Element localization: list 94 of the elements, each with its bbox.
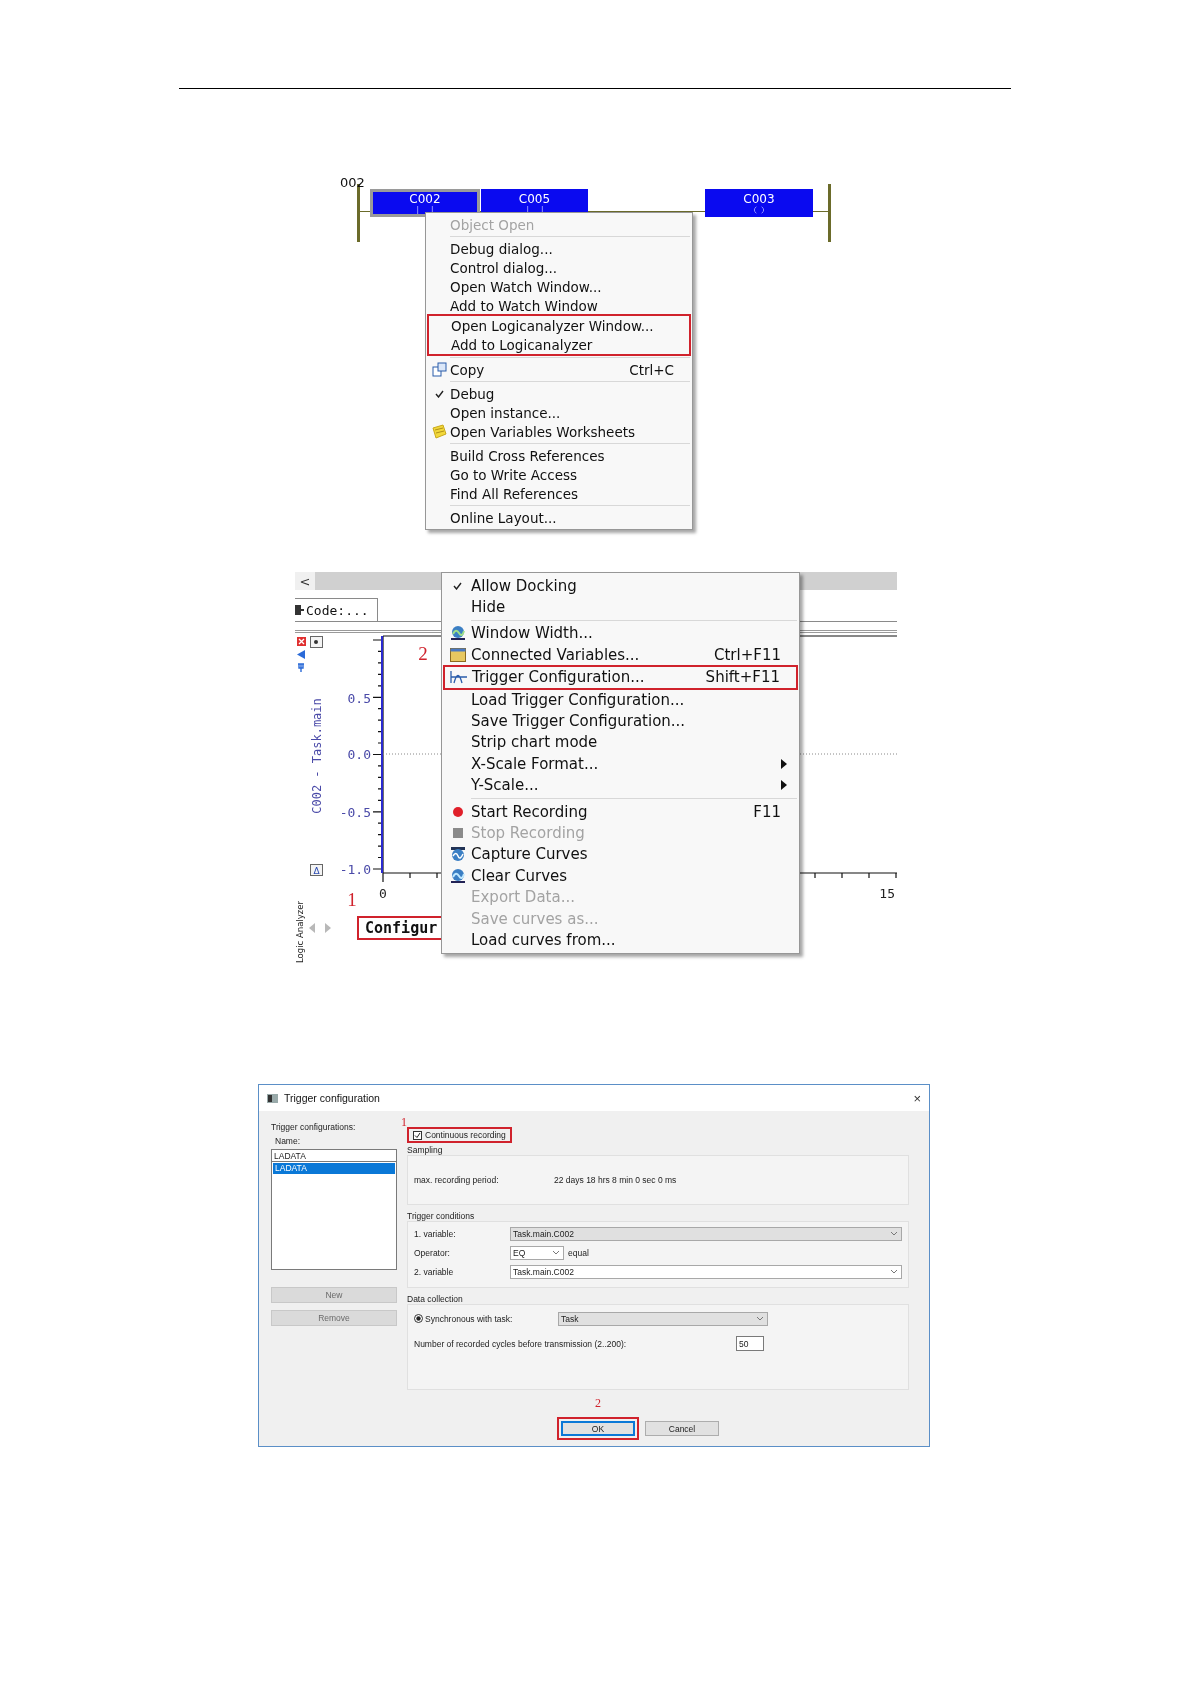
dropdown[interactable]: EQ — [510, 1245, 564, 1260]
group-title: Trigger conditions — [407, 1211, 476, 1221]
config-list[interactable]: LADATA — [271, 1162, 397, 1270]
notes-icon — [431, 424, 447, 439]
chevron-down-icon — [553, 1250, 559, 1255]
tick-label: 0.5 — [347, 691, 371, 706]
curve-icon — [449, 867, 466, 884]
tick-label: 15 — [879, 886, 895, 901]
period-value: 22 days 18 hrs 8 min 0 sec 0 ms — [554, 1175, 677, 1185]
side-label: Logic Analyzer — [295, 900, 305, 965]
callout-number: 2 — [418, 643, 428, 664]
field-label: Name: — [275, 1136, 302, 1146]
menu-item[interactable]: Connected Variables... Ctrl+F11 — [444, 644, 797, 666]
capture-icon — [449, 846, 466, 863]
operator-text: equal — [568, 1247, 589, 1258]
task-dropdown[interactable]: Task — [558, 1311, 768, 1326]
arrow-left-icon[interactable] — [297, 650, 305, 659]
submenu-arrow-icon — [781, 780, 787, 791]
field-label: max. recording period: — [414, 1175, 500, 1185]
menu-item[interactable]: Debug — [428, 384, 690, 403]
menu-item[interactable]: Load Trigger Configuration... — [444, 688, 797, 711]
waveform-icon — [449, 670, 468, 685]
menu-item[interactable]: Trigger Configuration... Shift+F11 — [445, 666, 796, 688]
menu-item[interactable]: Y-Scale... — [444, 774, 797, 796]
menu-item[interactable]: Strip chart mode — [444, 731, 797, 754]
axis-title: C002 - Task.main — [310, 698, 324, 814]
ok-button[interactable]: OK — [561, 1421, 635, 1436]
menu-item[interactable]: Open Watch Window... — [428, 277, 690, 296]
menu-item[interactable]: Online Layout... — [428, 508, 690, 527]
radio-button[interactable] — [414, 1314, 423, 1323]
field-label: 2. variable — [414, 1266, 455, 1277]
close-button[interactable]: × — [913, 1090, 921, 1106]
pin-icon[interactable] — [297, 663, 305, 672]
menu-item[interactable]: X-Scale Format... — [444, 753, 797, 775]
list-item[interactable]: LADATA — [273, 1163, 395, 1174]
menu-item[interactable]: Open instance... — [428, 403, 690, 422]
menu-item[interactable]: Open Variables Worksheets — [428, 422, 690, 441]
field-label: 1. variable: — [414, 1228, 457, 1239]
element-label: C003 — [743, 192, 775, 206]
toggle-icon[interactable] — [310, 636, 323, 648]
code-tab[interactable]: Code:... — [295, 598, 378, 621]
cycles-field[interactable]: 50 — [736, 1336, 764, 1351]
radio-label: Synchronous with task: — [425, 1313, 514, 1324]
chart-icon — [449, 625, 466, 642]
chevron-down-icon — [891, 1231, 897, 1236]
field-label: Operator: — [414, 1247, 451, 1258]
menu-item[interactable]: Add to Watch Window — [428, 296, 690, 315]
rung-number: 002 — [340, 175, 365, 190]
menu-item[interactable]: Find All References — [428, 484, 690, 503]
checkbox[interactable] — [413, 1130, 422, 1140]
document-icon — [295, 604, 304, 616]
window-icon — [449, 647, 466, 662]
menu-item[interactable]: Build Cross References — [428, 446, 690, 465]
delta-button[interactable]: Δ — [310, 864, 323, 876]
close-icon[interactable] — [296, 637, 306, 646]
tick-label: -0.5 — [339, 805, 371, 820]
cancel-button[interactable]: Cancel — [645, 1421, 719, 1436]
chevron-down-icon — [757, 1316, 763, 1321]
record-icon — [451, 805, 464, 818]
menu-item[interactable]: Copy Ctrl+C — [428, 360, 690, 379]
tick-label: -1.0 — [339, 862, 371, 877]
window-title: Trigger configuration — [284, 1092, 381, 1104]
menu-item[interactable]: Clear Curves — [444, 865, 797, 887]
callout-number: 1 — [401, 1117, 408, 1127]
copy-icon — [431, 362, 447, 377]
menu-item[interactable]: Allow Docking — [444, 575, 797, 597]
callout-number: 2 — [595, 1396, 601, 1411]
menu-item[interactable]: Save Trigger Configuration... — [444, 710, 797, 732]
group-title: Data collection — [407, 1294, 464, 1304]
menu-item[interactable]: Hide — [444, 596, 797, 618]
menu-item[interactable]: Go to Write Access — [428, 465, 690, 484]
menu-item[interactable]: Window Width... — [444, 622, 797, 645]
dropdown[interactable]: Task.main.C002 — [510, 1264, 902, 1279]
menu-item[interactable]: Add to Logicanalyzer — [429, 335, 689, 354]
element-label: C002 — [409, 192, 441, 206]
menu-item[interactable]: Open Logicanalyzer Window... — [429, 316, 689, 335]
field-label: Trigger configurations: — [271, 1122, 357, 1132]
tick-label: 0.0 — [347, 747, 371, 762]
stop-icon — [452, 828, 463, 838]
element-label: C005 — [518, 192, 551, 206]
menu-item[interactable]: Control dialog... — [428, 258, 690, 277]
callout-number: 1 — [347, 889, 357, 910]
name-field[interactable]: LADATA — [271, 1149, 397, 1162]
menu-item[interactable]: Debug dialog... — [428, 239, 690, 258]
submenu-arrow-icon — [781, 758, 787, 769]
checkbox-label: Continuous recording — [425, 1130, 506, 1140]
tick-label: 0 — [379, 886, 387, 901]
window-icon — [267, 1093, 278, 1103]
scroll-left-button[interactable]: < — [295, 572, 315, 590]
field-label: Number of recorded cycles before transmission (2..200): — [414, 1338, 628, 1349]
menu-item[interactable]: Capture Curves — [444, 843, 797, 866]
chevron-down-icon — [891, 1269, 897, 1274]
group-title: Sampling — [407, 1145, 444, 1155]
menu-item[interactable]: Start Recording F11 — [444, 800, 797, 823]
